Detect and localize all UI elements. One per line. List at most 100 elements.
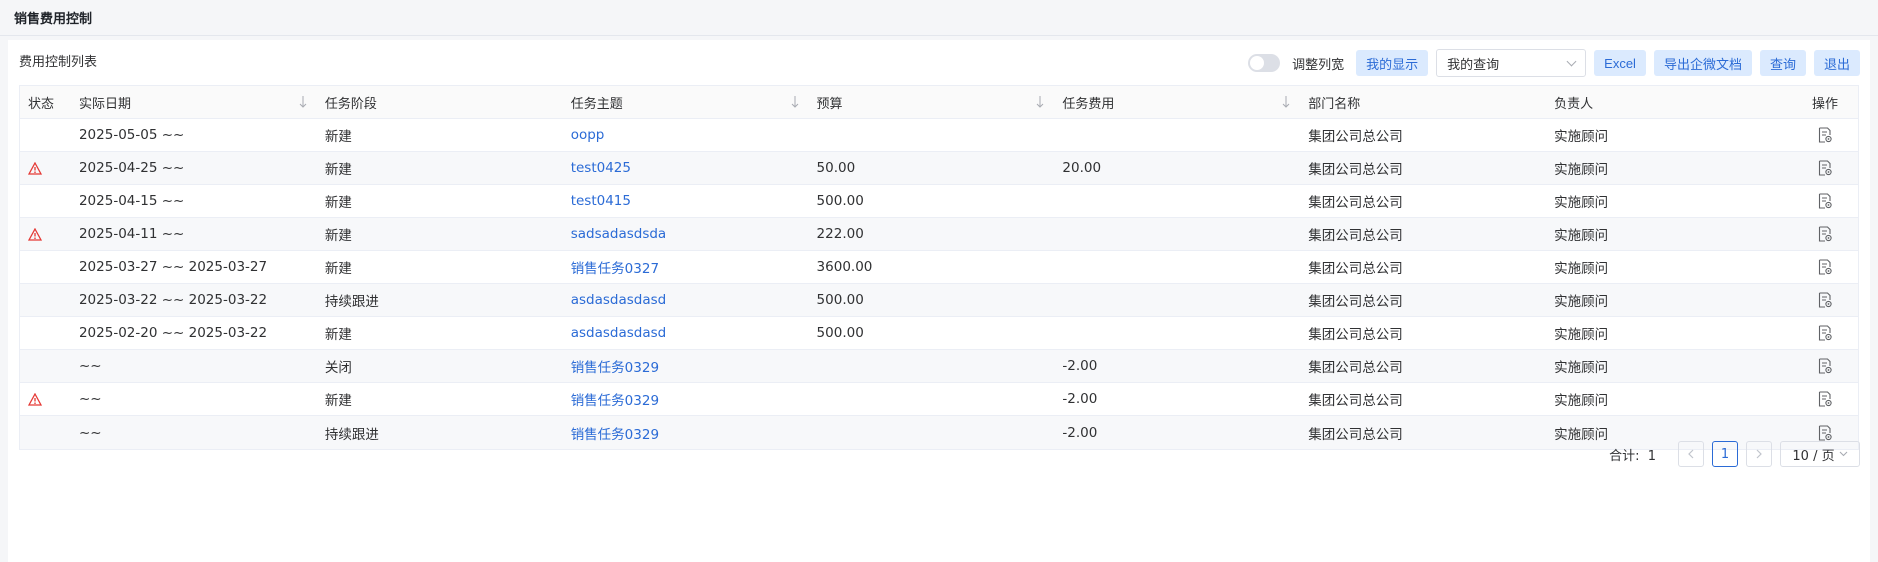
topic-link[interactable]: 销售任务0329 xyxy=(571,389,659,409)
sort-down-icon[interactable] xyxy=(1282,95,1290,109)
my-display-button[interactable]: 我的显示 xyxy=(1356,50,1429,76)
document-view-icon[interactable] xyxy=(1818,193,1832,209)
cell-status xyxy=(20,350,71,382)
cell-topic: asdasdasdasd xyxy=(563,284,809,316)
header-status: 状态 xyxy=(28,96,55,112)
exit-button[interactable]: 退出 xyxy=(1813,50,1860,76)
cell-cost xyxy=(1054,185,1300,217)
document-view-icon[interactable] xyxy=(1818,226,1832,242)
topic-link[interactable]: test0425 xyxy=(571,160,631,176)
cell-cost: -2.00 xyxy=(1062,424,1098,441)
document-view-icon[interactable] xyxy=(1818,391,1832,407)
cell-cost xyxy=(1054,119,1300,151)
page-size-select[interactable]: 10 / 页 xyxy=(1780,441,1860,467)
page-title: 销售费用控制 xyxy=(14,12,93,27)
topic-link[interactable]: sadsadasdsda xyxy=(571,226,667,242)
cell-status xyxy=(20,119,71,151)
cell-dept: 集团公司总公司 xyxy=(1308,426,1403,443)
cell-budget: 500.00 xyxy=(816,292,864,308)
excel-button[interactable]: Excel xyxy=(1594,50,1646,76)
cell-topic: sadsadasdsda xyxy=(563,218,809,250)
total-count: 合计: 1 xyxy=(1609,445,1656,464)
cell-topic: oopp xyxy=(563,119,809,151)
topic-link[interactable]: asdasdasdasd xyxy=(571,292,667,308)
topic-link[interactable]: 销售任务0327 xyxy=(571,257,659,277)
document-view-icon[interactable] xyxy=(1818,259,1832,275)
cell-owner: 实施顾问 xyxy=(1554,261,1609,277)
header-topic[interactable]: 任务主题 xyxy=(563,86,809,118)
query-button[interactable]: 查询 xyxy=(1759,50,1806,76)
cell-status xyxy=(20,218,71,250)
cell-date: 2025-02-20 ~~ 2025-03-22 xyxy=(78,325,268,341)
document-view-icon[interactable] xyxy=(1818,325,1832,341)
cell-date: 2025-04-11 ~~ xyxy=(78,226,185,242)
header-budget[interactable]: 预算 xyxy=(809,86,1055,118)
cell-stage: 新建 xyxy=(324,327,352,343)
cell-topic: test0415 xyxy=(563,185,809,217)
toolbar: 费用控制列表 调整列宽 我的显示 我的查询 Excel 导出企微文档 查询 退出 xyxy=(8,40,1870,84)
pagination: 合计: 1 1 10 / 页 xyxy=(1609,441,1860,467)
cell-owner: 实施顾问 xyxy=(1554,162,1609,178)
cell-cost xyxy=(1054,218,1300,250)
warning-triangle-icon xyxy=(28,161,42,175)
table-row: ~~ 新建 销售任务0329 -2.00 集团公司总公司 实施顾问 xyxy=(20,383,1858,416)
cell-dept: 集团公司总公司 xyxy=(1308,393,1403,409)
cell-dept: 集团公司总公司 xyxy=(1308,129,1403,145)
cell-stage: 新建 xyxy=(324,129,352,145)
column-width-toggle[interactable] xyxy=(1248,54,1281,72)
cell-op xyxy=(1792,218,1858,250)
header-date-label: 实际日期 xyxy=(78,96,131,112)
total-label: 合计: xyxy=(1609,448,1640,464)
cell-status xyxy=(20,284,71,316)
sort-down-icon[interactable] xyxy=(791,95,799,109)
my-query-select[interactable]: 我的查询 xyxy=(1436,49,1587,77)
document-view-icon[interactable] xyxy=(1818,358,1832,374)
table-row: 2025-04-11 ~~ 新建 sadsadasdsda 222.00 集团公司总公司… xyxy=(20,218,1858,251)
cell-op xyxy=(1792,383,1858,415)
cell-status xyxy=(20,152,71,184)
header-op: 操作 xyxy=(1811,96,1838,112)
cell-op xyxy=(1792,185,1858,217)
cell-budget: 50.00 xyxy=(816,160,856,176)
cell-budget: 500.00 xyxy=(816,193,864,209)
cell-topic: 销售任务0327 xyxy=(563,251,809,283)
cell-budget: 222.00 xyxy=(816,226,864,242)
topic-link[interactable]: asdasdasdasd xyxy=(571,325,667,341)
sort-down-icon[interactable] xyxy=(1036,95,1044,109)
cell-dept: 集团公司总公司 xyxy=(1308,162,1403,178)
topic-link[interactable]: 销售任务0329 xyxy=(571,423,659,443)
document-view-icon[interactable] xyxy=(1818,424,1832,441)
cell-stage: 关闭 xyxy=(324,360,352,376)
table-row: 2025-04-15 ~~ 新建 test0415 500.00 集团公司总公司 实施顾问 xyxy=(20,185,1858,218)
cell-owner: 实施顾问 xyxy=(1554,228,1609,244)
cell-status xyxy=(20,317,71,349)
topic-link[interactable]: test0415 xyxy=(571,193,631,209)
cell-stage: 持续跟进 xyxy=(324,294,379,310)
table-row: 2025-03-22 ~~ 2025-03-22 持续跟进 asdasdasdasd… xyxy=(20,284,1858,317)
cell-date: 2025-04-15 ~~ xyxy=(78,193,185,209)
document-view-icon[interactable] xyxy=(1818,292,1832,308)
table-row: 2025-05-05 ~~ 新建 oopp 集团公司总公司 实施顾问 xyxy=(20,119,1858,152)
document-view-icon[interactable] xyxy=(1818,160,1832,176)
header-stage: 任务阶段 xyxy=(324,96,377,112)
document-view-icon[interactable] xyxy=(1818,127,1832,143)
topic-link[interactable]: oopp xyxy=(571,127,605,143)
next-page-button[interactable] xyxy=(1746,441,1772,467)
cell-date: ~~ xyxy=(78,358,102,374)
sort-down-icon[interactable] xyxy=(299,95,307,109)
cell-dept: 集团公司总公司 xyxy=(1308,195,1403,211)
export-wecom-button[interactable]: 导出企微文档 xyxy=(1653,50,1752,76)
page-number-button[interactable]: 1 xyxy=(1712,441,1738,467)
header-cost[interactable]: 任务费用 xyxy=(1054,86,1300,118)
prev-page-button[interactable] xyxy=(1678,441,1704,467)
header-date[interactable]: 实际日期 xyxy=(71,86,317,118)
cell-budget xyxy=(809,119,1055,151)
header-owner: 负责人 xyxy=(1554,96,1594,112)
cell-op xyxy=(1792,251,1858,283)
header-topic-label: 任务主题 xyxy=(570,96,623,112)
cell-stage: 持续跟进 xyxy=(324,426,379,443)
content-card: 费用控制列表 调整列宽 我的显示 我的查询 Excel 导出企微文档 查询 退出… xyxy=(8,40,1870,562)
cell-stage: 新建 xyxy=(324,261,352,277)
table-header-row: 状态 实际日期 任务阶段 任务主题 预算 任务费用 部门名称 负责人 操作 xyxy=(20,86,1858,119)
topic-link[interactable]: 销售任务0329 xyxy=(571,356,659,376)
